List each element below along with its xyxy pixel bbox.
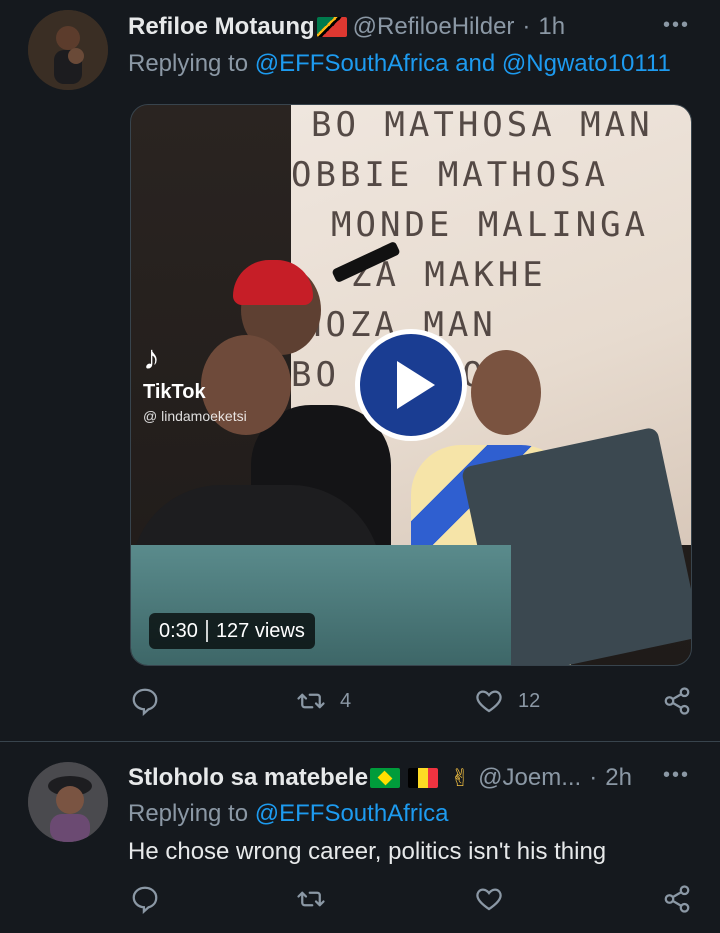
more-icon[interactable]: ••• [663,764,690,787]
reply-icon [132,886,158,914]
tweet-2[interactable]: Stloholo sa matebele ✌ @Joem... · 2h •••… [0,742,720,933]
reply-icon [132,688,158,716]
reply-button[interactable] [130,884,160,914]
tweet-1[interactable]: Refiloe Motaung @RefiloeHilder · 1h ••• … [0,0,720,742]
retweet-icon [297,891,325,907]
retweet-icon [297,693,325,709]
timestamp[interactable]: 2h [605,764,632,792]
south-africa-flag-icon [316,17,347,37]
video-info-badge: 0:30 127 views [149,613,315,649]
share-icon [664,885,690,913]
user-handle[interactable]: @Joem... [478,764,581,792]
tweet-text: He chose wrong career, politics isn't hi… [128,838,607,865]
tiktok-brand: TikTok [143,381,206,403]
tiktok-watermark: ♪ TikTok @ lindamoeketsi [143,341,247,424]
reply-button[interactable] [130,686,160,716]
avatar-photo [28,10,108,90]
tweet-header: Stloholo sa matebele ✌ @Joem... · 2h [128,761,632,795]
mention-link[interactable]: @Ngwato10111 [502,50,671,77]
separator-dot: · [589,764,598,791]
mention-link[interactable]: @EFFSouthAfrica [255,50,449,77]
user-handle[interactable]: @RefiloeHilder [353,13,515,41]
mention-link[interactable]: @EFFSouthAfrica [255,800,449,827]
belgium-flag-icon [408,768,439,788]
heart-icon [476,888,502,911]
brazil-flag-icon [370,768,401,788]
tiktok-logo-icon: ♪ [143,339,160,377]
avatar[interactable] [28,10,108,90]
timestamp[interactable]: 1h [538,13,565,41]
share-icon [664,687,690,715]
display-name[interactable]: Refiloe Motaung [128,13,315,41]
tiktok-user: @ lindamoeketsi [143,408,247,424]
video-views: 127 views [215,619,305,642]
separator-dot: · [522,13,531,40]
like-button[interactable] [474,884,504,914]
avatar-photo [28,762,108,842]
retweet-button[interactable] [296,884,326,914]
avatar[interactable] [28,762,108,842]
heart-icon [476,690,502,713]
replying-label: Replying to [128,800,249,827]
share-button[interactable] [662,884,692,914]
tweet-header: Refiloe Motaung @RefiloeHilder · 1h [128,10,565,44]
tweet-actions: 4 12 [0,686,720,726]
display-name[interactable]: Stloholo sa matebele [128,764,368,792]
replying-to: Replying to @EFFSouthAfrica and @Ngwato1… [128,50,671,78]
like-button[interactable]: 12 [474,686,540,716]
replying-to: Replying to @EFFSouthAfrica [128,800,449,828]
retweet-count: 4 [340,689,352,712]
victory-hand-icon: ✌ [450,764,471,792]
video-media[interactable]: BO MATHOSA MAN OBBIE MATHOSA MONDE MALIN… [130,104,692,666]
mention-and[interactable]: and [455,50,495,77]
share-button[interactable] [662,686,692,716]
retweet-button[interactable]: 4 [296,686,351,716]
more-icon[interactable]: ••• [663,14,690,37]
play-icon[interactable] [355,329,467,441]
like-count: 12 [518,689,541,712]
tweet-actions [0,884,720,924]
replying-label: Replying to [128,50,249,77]
video-duration: 0:30 [159,619,198,642]
